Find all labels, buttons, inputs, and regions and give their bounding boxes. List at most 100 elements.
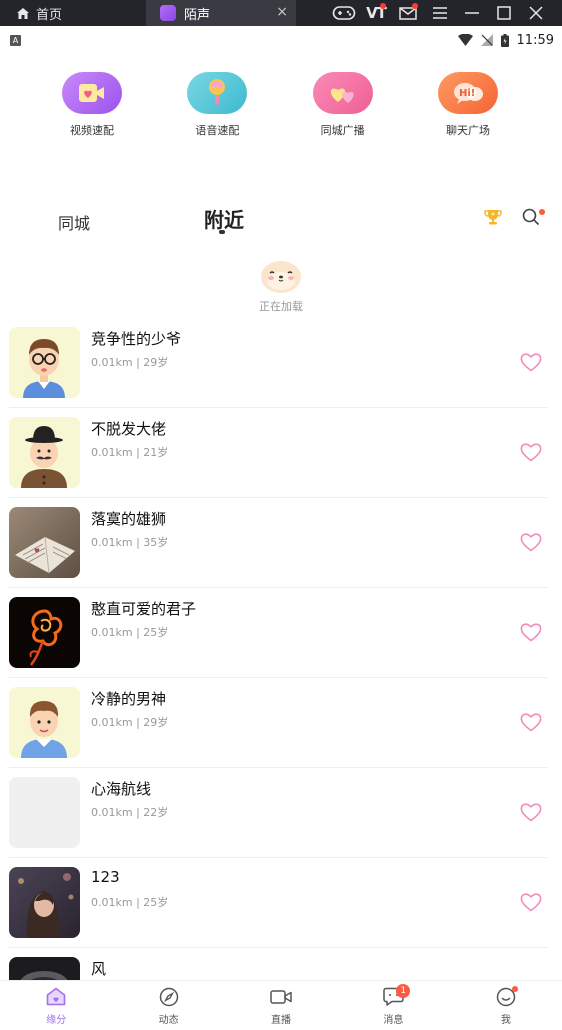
user-name: 不脱发大佬 (91, 420, 167, 438)
user-meta: 0.01km | 35岁 (91, 536, 169, 549)
no-signal-icon (480, 34, 493, 46)
user-name: 竞争性的少爷 (91, 330, 182, 348)
avatar[interactable] (9, 417, 80, 488)
maximize-icon (497, 6, 511, 20)
compass-icon (158, 986, 180, 1008)
wifi-icon (457, 34, 473, 46)
active-tab-indicator (219, 230, 225, 234)
gamepad-icon (332, 6, 356, 20)
feature-city-broadcast[interactable]: 同城广播 (281, 72, 405, 138)
search-icon (522, 208, 540, 226)
loading-indicator: 正在加载 (0, 258, 562, 314)
feature-chat-square[interactable]: Hi! 聊天广场 (406, 72, 530, 138)
unread-badge: 1 (396, 984, 411, 998)
feature-label: 视频速配 (70, 124, 114, 137)
list-item[interactable]: 心海航线 0.01km | 22岁 (0, 772, 562, 862)
feature-label: 语音速配 (195, 124, 240, 137)
bottom-nav: 缘分 动态 直播 1 消息 我 (0, 980, 562, 1030)
user-name: 风 (91, 960, 107, 978)
user-meta: 0.01km | 25岁 (91, 896, 169, 909)
nav-me[interactable]: 我 (450, 981, 562, 1030)
heart-icon[interactable] (520, 352, 542, 372)
tab-nearby[interactable]: 附近 (204, 204, 244, 233)
nearby-user-list: 竞争性的少爷 0.01km | 29岁 不脱发大佬 0.01km | 21岁 落… (0, 322, 562, 980)
house-icon (17, 7, 29, 19)
row-divider (9, 947, 548, 948)
notification-a-icon: A (10, 34, 21, 46)
user-meta: 0.01km | 21岁 (91, 446, 169, 459)
home-tab-label: 首页 (36, 7, 63, 23)
gamepad-button[interactable] (328, 0, 360, 26)
nav-moments[interactable]: 动态 (112, 981, 224, 1030)
row-divider (9, 677, 548, 678)
close-tab-icon[interactable]: × (276, 4, 288, 20)
search-button[interactable] (522, 208, 545, 230)
user-name: 冷静的男神 (91, 690, 167, 708)
avatar[interactable] (9, 867, 80, 938)
heart-icon[interactable] (520, 442, 542, 462)
close-icon (529, 6, 543, 20)
app-logo-icon (160, 5, 176, 21)
avatar-placeholder[interactable] (9, 777, 80, 848)
video-camera-icon (270, 986, 292, 1008)
user-meta: 0.01km | 25岁 (91, 626, 169, 639)
avatar[interactable] (9, 327, 80, 398)
trophy-icon[interactable] (484, 208, 502, 226)
avatar[interactable] (9, 507, 80, 578)
nav-label: 消息 (383, 1014, 404, 1026)
nav-messages[interactable]: 1 消息 (337, 981, 449, 1030)
list-item[interactable]: 憨直可爱的君子 0.01km | 25岁 (0, 592, 562, 682)
heart-icon[interactable] (520, 712, 542, 732)
home-icon (45, 986, 67, 1008)
tab-city[interactable]: 同城 (58, 210, 90, 234)
status-time: 11:59 (516, 32, 554, 48)
user-name: 落寞的雄狮 (91, 510, 167, 528)
user-meta: 0.01km | 22岁 (91, 806, 169, 819)
heart-icon[interactable] (520, 802, 542, 822)
feature-shortcuts: 视频速配 语音速配 同城广播 Hi! 聊天广场 (30, 72, 530, 138)
list-item[interactable]: 风 (0, 952, 562, 980)
nav-fate[interactable]: 缘分 (0, 981, 112, 1030)
nav-live[interactable]: 直播 (225, 981, 337, 1030)
nav-label: 我 (500, 1014, 511, 1026)
heart-icon[interactable] (520, 532, 542, 552)
hearts-icon (312, 72, 373, 114)
vt-button[interactable]: VT (360, 0, 392, 26)
emulator-app-tab[interactable]: 陌声 × (146, 0, 296, 26)
row-divider (9, 497, 548, 498)
emulator-home-tab[interactable]: 首页 (0, 0, 146, 26)
nav-label: 直播 (271, 1014, 292, 1026)
menu-button[interactable] (424, 0, 456, 26)
avatar[interactable] (9, 597, 80, 668)
row-divider (9, 587, 548, 588)
feature-video-match[interactable]: 视频速配 (30, 72, 154, 138)
nav-label: 缘分 (46, 1014, 67, 1026)
minimize-icon (465, 12, 479, 14)
list-item[interactable]: 冷静的男神 0.01km | 29岁 (0, 682, 562, 772)
seal-mascot-icon (261, 261, 301, 293)
heart-icon[interactable] (520, 622, 542, 642)
feature-label: 聊天广场 (445, 124, 490, 137)
feature-voice-match[interactable]: 语音速配 (155, 72, 279, 138)
heart-icon[interactable] (520, 892, 542, 912)
avatar[interactable] (9, 687, 80, 758)
maximize-button[interactable] (488, 0, 520, 26)
hamburger-menu-icon (433, 7, 447, 19)
list-item[interactable]: 123 0.01km | 25岁 (0, 862, 562, 952)
close-window-button[interactable] (520, 0, 552, 26)
list-item[interactable]: 不脱发大佬 0.01km | 21岁 (0, 412, 562, 502)
avatar[interactable] (9, 957, 80, 980)
emulator-title-bar: 首页 陌声 × VT (0, 0, 562, 26)
loading-text: 正在加载 (259, 300, 303, 313)
list-item[interactable]: 落寞的雄狮 0.01km | 35岁 (0, 502, 562, 592)
mail-button[interactable] (392, 0, 424, 26)
list-item[interactable]: 竞争性的少爷 0.01km | 29岁 (0, 322, 562, 412)
row-divider (9, 767, 548, 768)
app-tab-label: 陌声 (184, 7, 211, 23)
row-divider (9, 857, 548, 858)
microphone-icon (187, 72, 248, 114)
feature-label: 同城广播 (320, 124, 365, 137)
minimize-button[interactable] (456, 0, 488, 26)
nav-label: 动态 (158, 1014, 179, 1026)
svg-text:Hi!: Hi! (459, 88, 475, 99)
